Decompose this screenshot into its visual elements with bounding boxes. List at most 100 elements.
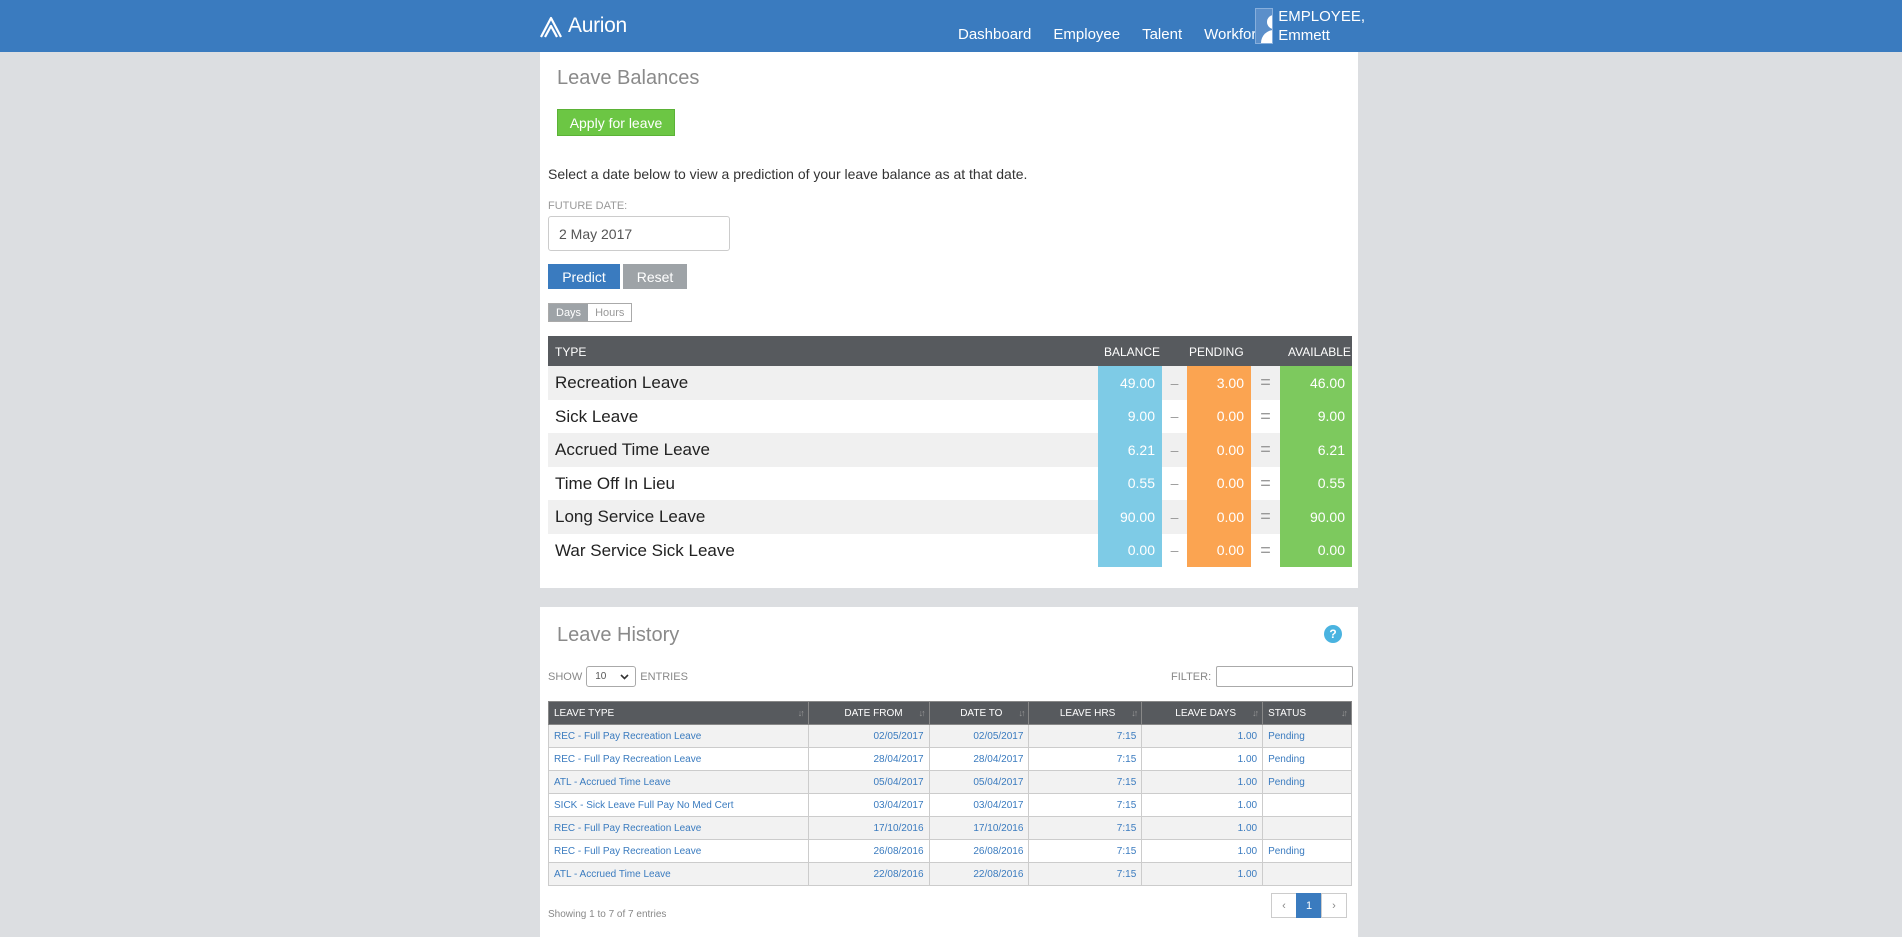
table-row[interactable]: REC - Full Pay Recreation Leave 26/08/201… xyxy=(548,839,1352,863)
leave-type-cell[interactable]: REC - Full Pay Recreation Leave xyxy=(548,747,809,771)
table-row[interactable]: ATL - Accrued Time Leave 22/08/2016 22/08/… xyxy=(548,862,1352,886)
col-pending: PENDING xyxy=(1189,345,1244,359)
balance-row: Long Service Leave 90.00–0.00 = 90.00 xyxy=(548,500,1352,534)
logo-text: Aurion xyxy=(568,14,627,37)
balances-table: TYPE BALANCE PENDING AVAILABLE Recreatio… xyxy=(548,336,1352,567)
balance-value: 9.00 xyxy=(1098,399,1162,433)
table-row[interactable]: REC - Full Pay Recreation Leave 17/10/201… xyxy=(548,816,1352,840)
col-leave-hrs[interactable]: LEAVE HRS ↓↑ xyxy=(1028,701,1143,725)
toggle-days[interactable]: Days xyxy=(549,304,589,321)
sort-icon: ↓↑ xyxy=(1341,708,1348,718)
col-available: AVAILABLE xyxy=(1288,345,1351,359)
pagination: ‹ 1 › xyxy=(1271,893,1347,918)
page-title: Leave Balances xyxy=(557,67,700,89)
date-to-cell: 17/10/2016 xyxy=(928,816,1030,840)
date-to-cell: 28/04/2017 xyxy=(928,747,1030,771)
balance-value: 90.00 xyxy=(1098,500,1162,534)
equals-sign: = xyxy=(1260,539,1271,560)
reset-button[interactable]: Reset xyxy=(623,264,687,289)
minus-sign: – xyxy=(1170,374,1179,391)
equals-sign: = xyxy=(1260,372,1271,393)
available-value: 9.00 xyxy=(1280,399,1352,433)
leave-hrs-cell: 7:15 xyxy=(1028,747,1143,771)
history-table: LEAVE TYPE ↓↑ DATE FROM ↓↑ DATE TO ↓↑ LEAVE… xyxy=(548,701,1352,886)
aurion-logo[interactable]: Aurion xyxy=(537,12,627,40)
leave-days-cell: 1.00 xyxy=(1141,862,1264,886)
future-date-input[interactable]: 2 May 2017 xyxy=(548,216,730,251)
instructions-text: Select a date below to view a prediction… xyxy=(548,166,1028,182)
col-leave-days[interactable]: LEAVE DAYS ↓↑ xyxy=(1141,701,1264,725)
status-cell xyxy=(1262,793,1352,817)
col-balance: BALANCE xyxy=(1104,345,1161,359)
leave-days-cell: 1.00 xyxy=(1141,724,1264,748)
table-row[interactable]: REC - Full Pay Recreation Leave 02/05/201… xyxy=(548,724,1352,748)
leave-type-cell[interactable]: SICK - Sick Leave Full Pay No Med Cert xyxy=(548,793,809,817)
col-type: TYPE xyxy=(555,345,587,359)
equals-sign: = xyxy=(1260,439,1271,460)
sort-icon: ↓↑ xyxy=(918,708,926,718)
status-cell: Pending xyxy=(1262,839,1352,863)
leave-days-cell: 1.00 xyxy=(1141,793,1264,817)
help-icon[interactable]: ? xyxy=(1324,625,1342,643)
balance-row: Time Off In Lieu 0.55–0.00 = 0.55 xyxy=(548,466,1352,500)
leave-hrs-cell: 7:15 xyxy=(1028,770,1143,794)
sort-icon: ↓↑ xyxy=(1131,708,1138,718)
prev-page-button[interactable]: ‹ xyxy=(1271,893,1297,918)
nav-talent[interactable]: Talent xyxy=(1142,26,1182,43)
date-from-cell: 05/04/2017 xyxy=(807,770,930,794)
status-cell: Pending xyxy=(1262,747,1352,771)
filter-input[interactable] xyxy=(1216,666,1354,687)
pending-value: 0.00 xyxy=(1187,399,1251,433)
balance-value: 49.00 xyxy=(1098,366,1162,400)
leave-days-cell: 1.00 xyxy=(1141,839,1264,863)
balances-table-header: TYPE BALANCE PENDING AVAILABLE xyxy=(548,336,1352,366)
leave-type-label: Sick Leave xyxy=(555,406,639,426)
leave-type-cell[interactable]: REC - Full Pay Recreation Leave xyxy=(548,816,809,840)
leave-hrs-cell: 7:15 xyxy=(1028,724,1143,748)
col-date-to[interactable]: DATE TO ↓↑ xyxy=(928,701,1030,725)
status-cell xyxy=(1262,862,1352,886)
col-status[interactable]: STATUS ↓↑ xyxy=(1262,701,1352,725)
leave-hrs-cell: 7:15 xyxy=(1028,793,1143,817)
toggle-hours[interactable]: Hours xyxy=(588,304,632,321)
user-menu[interactable]: EMPLOYEE, Emmett xyxy=(1255,5,1365,47)
status-cell: Pending xyxy=(1262,724,1352,748)
date-to-cell: 05/04/2017 xyxy=(928,770,1030,794)
nav-dashboard[interactable]: Dashboard xyxy=(958,26,1031,43)
predict-button[interactable]: Predict xyxy=(548,264,620,289)
leave-days-cell: 1.00 xyxy=(1141,770,1264,794)
pending-value: 0.00 xyxy=(1187,433,1251,467)
pending-value: 0.00 xyxy=(1187,466,1251,500)
leave-type-cell[interactable]: REC - Full Pay Recreation Leave xyxy=(548,724,809,748)
col-date-from[interactable]: DATE FROM ↓↑ xyxy=(807,701,930,725)
date-from-cell: 22/08/2016 xyxy=(807,862,930,886)
leave-type-cell[interactable]: ATL - Accrued Time Leave xyxy=(548,862,809,886)
leave-type-cell[interactable]: REC - Full Pay Recreation Leave xyxy=(548,839,809,863)
minus-sign: – xyxy=(1170,408,1179,425)
balance-value: 6.21 xyxy=(1098,433,1162,467)
showing-entries-text: Showing 1 to 7 of 7 entries xyxy=(548,909,667,920)
date-to-cell: 02/05/2017 xyxy=(928,724,1030,748)
leave-type-cell[interactable]: ATL - Accrued Time Leave xyxy=(548,770,809,794)
available-value: 0.00 xyxy=(1280,533,1352,567)
equals-sign: = xyxy=(1260,405,1271,426)
balance-value: 0.00 xyxy=(1098,533,1162,567)
table-row[interactable]: REC - Full Pay Recreation Leave 28/04/201… xyxy=(548,747,1352,771)
section-title: Leave History xyxy=(557,624,680,646)
nav-employee[interactable]: Employee xyxy=(1053,26,1120,43)
page-1-button[interactable]: 1 xyxy=(1296,893,1322,918)
table-row[interactable]: SICK - Sick Leave Full Pay No Med Cert 03… xyxy=(548,793,1352,817)
entries-select[interactable]: 10 xyxy=(586,666,637,687)
entries-select-value: 10 xyxy=(595,671,607,682)
sort-icon: ↓↑ xyxy=(1252,708,1259,718)
col-leave-type[interactable]: LEAVE TYPE ↓↑ xyxy=(548,701,809,725)
next-page-button[interactable]: › xyxy=(1321,893,1347,918)
filter-label: FILTER: xyxy=(1171,670,1212,683)
apply-for-leave-button[interactable]: Apply for leave xyxy=(557,109,675,136)
show-entries: SHOW 10 ENTRIES xyxy=(548,666,688,687)
available-value: 46.00 xyxy=(1280,366,1352,400)
leave-days-cell: 1.00 xyxy=(1141,747,1264,771)
table-row[interactable]: ATL - Accrued Time Leave 05/04/2017 05/04/… xyxy=(548,770,1352,794)
entries-label: ENTRIES xyxy=(640,670,688,683)
future-date-label: FUTURE DATE: xyxy=(548,200,628,212)
